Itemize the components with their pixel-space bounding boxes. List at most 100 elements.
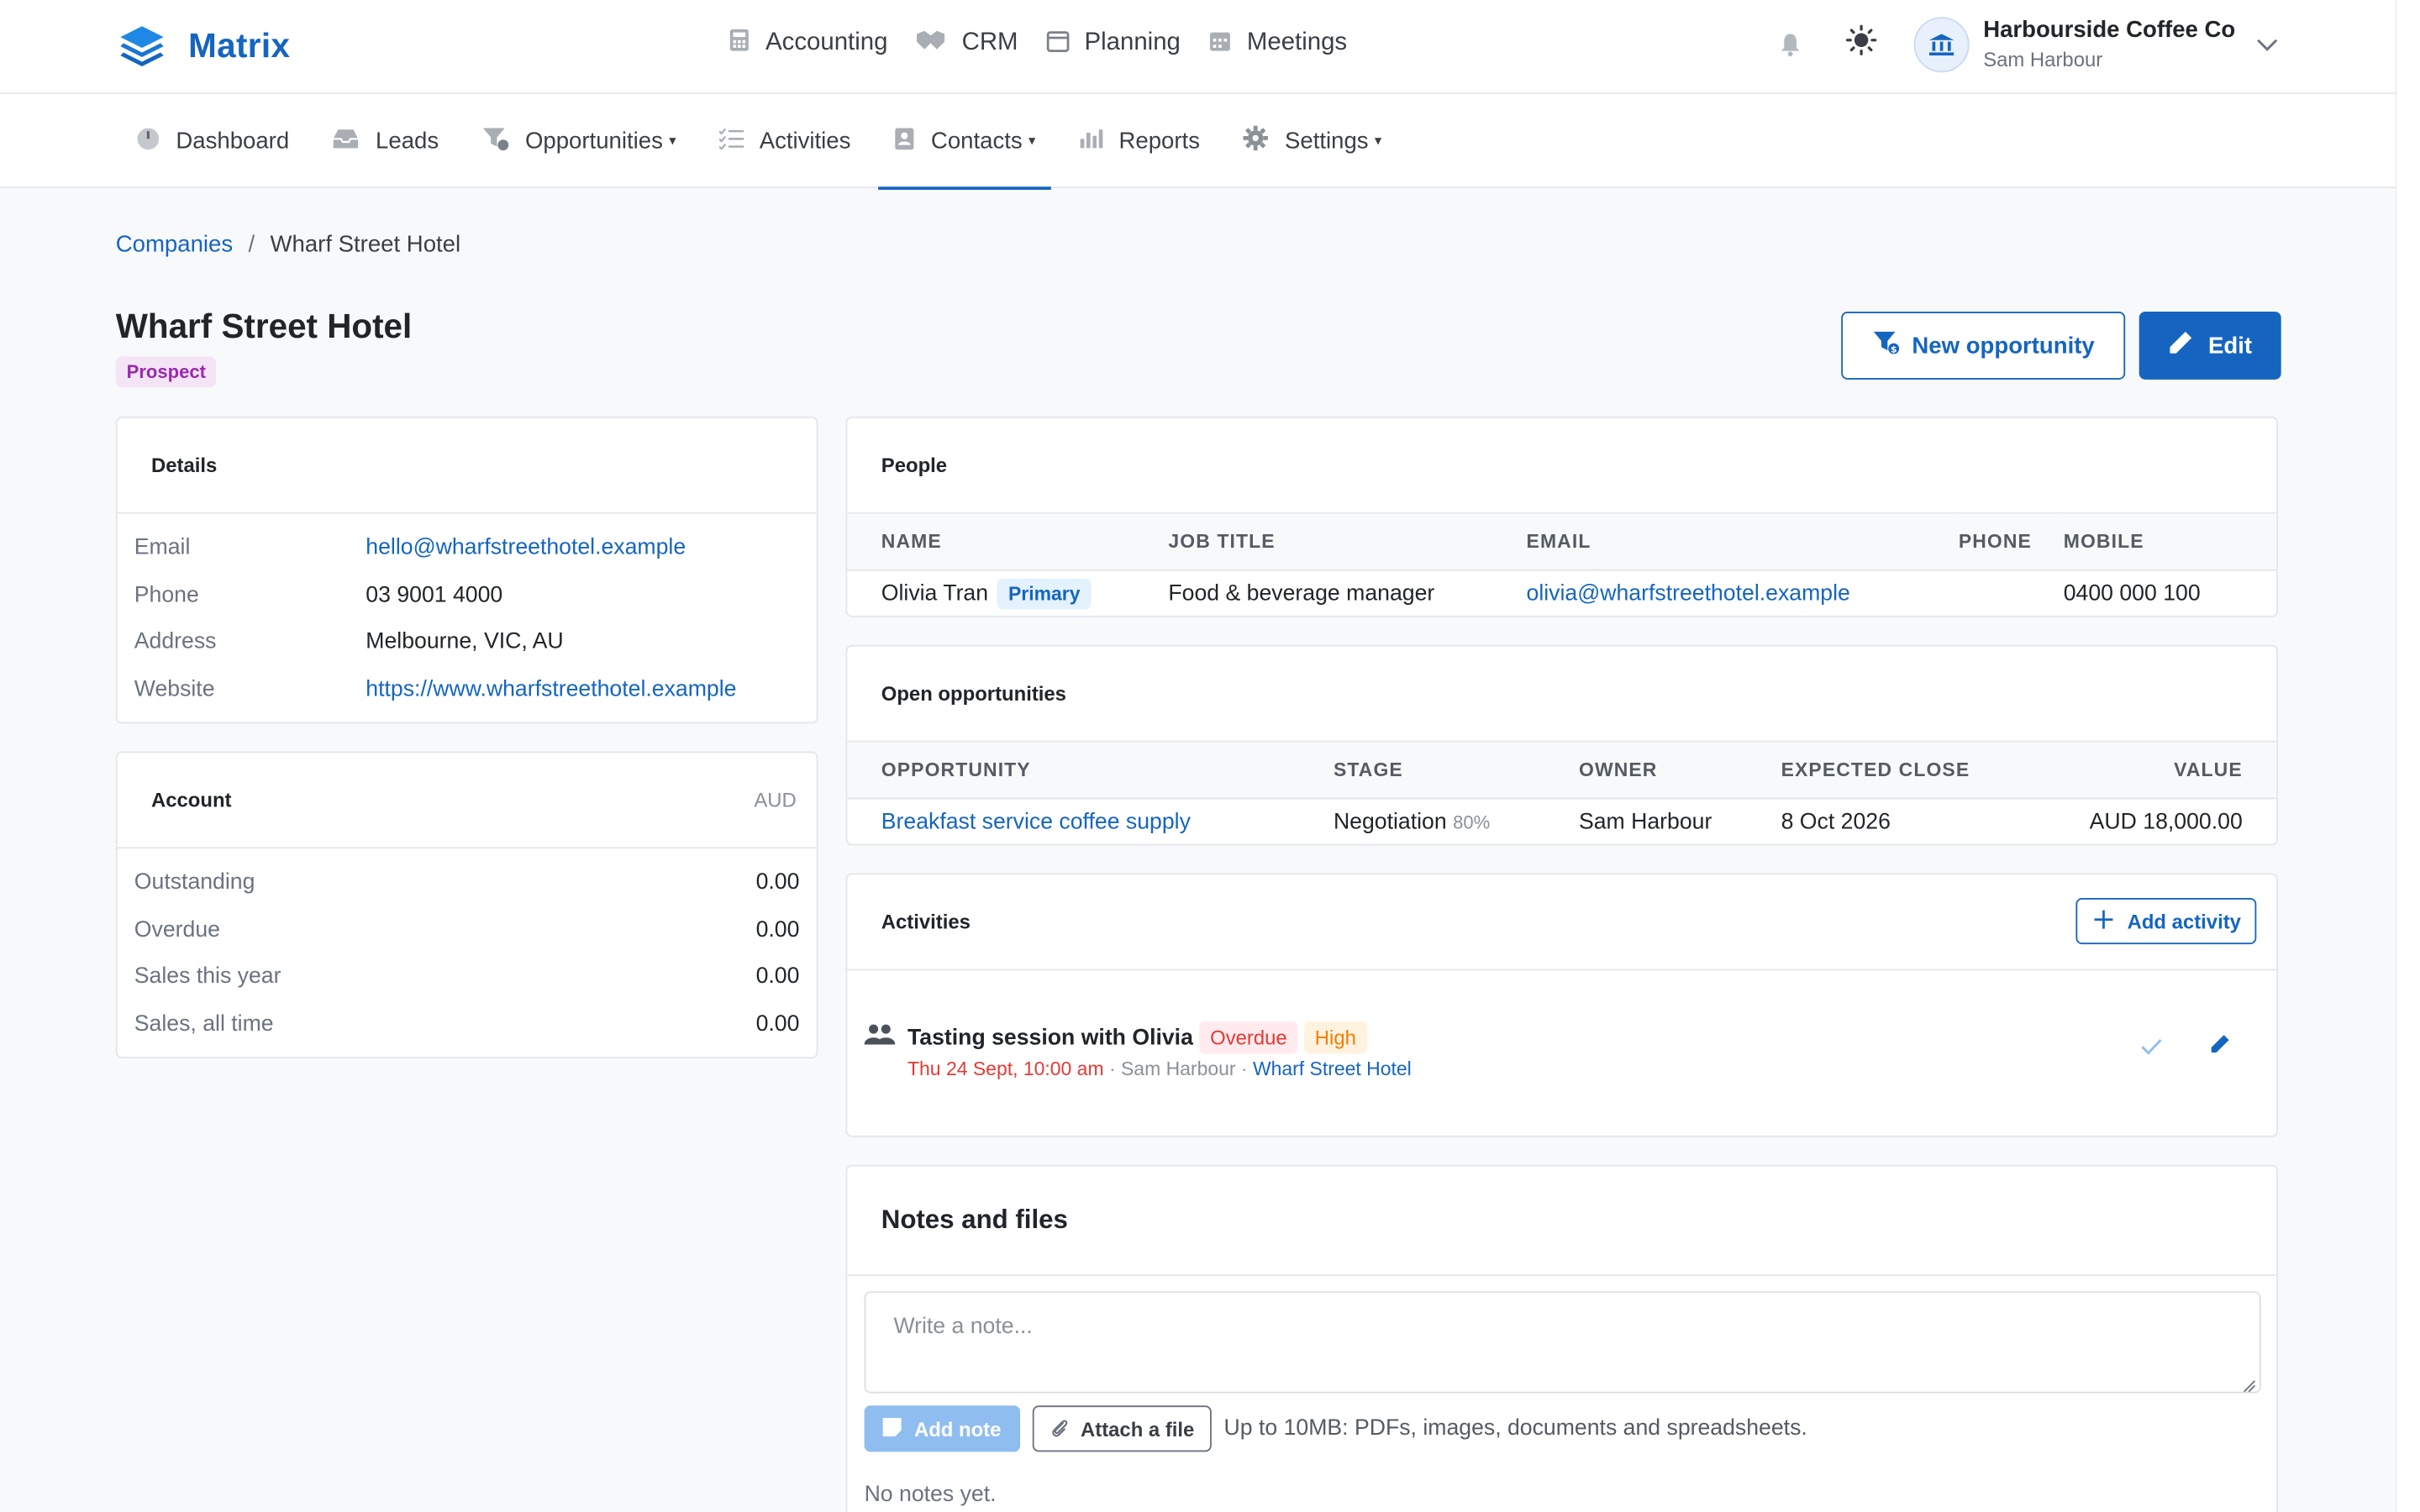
- breadcrumb: Companies / Wharf Street Hotel: [116, 232, 460, 258]
- meeting-people-icon: [864, 1023, 896, 1056]
- account-row-overdue: Overdue 0.00: [118, 906, 817, 953]
- activity-datetime: Thu 24 Sept, 10:00 am: [908, 1058, 1104, 1080]
- column-header: OPPORTUNITY: [847, 742, 1334, 799]
- subnav-contacts-label: Contacts: [930, 128, 1023, 155]
- attach-file-label: Attach a file: [1081, 1417, 1195, 1441]
- add-activity-button[interactable]: Add activity: [2075, 897, 2257, 945]
- plus-icon: [2095, 909, 2114, 933]
- column-header: PHONE: [1958, 513, 2064, 570]
- meta-separator: ·: [1103, 1058, 1121, 1080]
- detail-row-website: Website https://www.wharfstreethotel.exa…: [118, 666, 817, 713]
- detail-label: Phone: [134, 582, 199, 608]
- subnav-leads[interactable]: Leads: [317, 94, 454, 188]
- opportunity-owner: Sam Harbour: [1578, 810, 1712, 836]
- nav-planning[interactable]: Planning: [1046, 29, 1181, 58]
- account-row-sales-all-time: Sales, all time 0.00: [118, 1000, 817, 1047]
- opportunity-probability: 80%: [1453, 811, 1491, 834]
- layers-icon: [120, 26, 164, 66]
- edit-pencil-icon[interactable]: [2210, 1034, 2230, 1062]
- person-email-link[interactable]: olivia@wharfstreethotel.example: [1527, 570, 1959, 619]
- person-name[interactable]: Olivia Tran: [881, 582, 988, 606]
- activity-company-link[interactable]: Wharf Street Hotel: [1253, 1058, 1412, 1080]
- chevron-down-icon[interactable]: [2257, 33, 2279, 57]
- company-avatar-bank-icon[interactable]: [1913, 17, 1970, 73]
- subnav-reports-label: Reports: [1118, 128, 1201, 155]
- detail-email-link[interactable]: hello@wharfstreethotel.example: [366, 536, 686, 560]
- checklist-icon: [718, 127, 744, 155]
- table-row[interactable]: Breakfast service coffee supply Negotiat…: [847, 798, 2276, 848]
- person-mobile: 0400 000 100: [2063, 581, 2201, 607]
- account-row-sales-this-year: Sales this year 0.00: [118, 953, 817, 1000]
- subnav-activities[interactable]: Activities: [704, 94, 866, 188]
- activity-item[interactable]: Tasting session with Olivia Overdue High…: [908, 1021, 1412, 1080]
- detail-row-phone: Phone 03 9001 4000: [118, 572, 817, 619]
- opportunities-table: OPPORTUNITY STAGE OWNER EXPECTED CLOSE V…: [847, 742, 2277, 848]
- subnav-contacts[interactable]: Contacts ▾: [878, 94, 1051, 190]
- brand-name: Matrix: [188, 26, 291, 66]
- account-value: 0.00: [755, 870, 800, 895]
- details-card-title: Details: [117, 418, 817, 514]
- detail-label: Website: [134, 676, 215, 702]
- opportunity-name-link[interactable]: Breakfast service coffee supply: [847, 798, 1334, 848]
- detail-label: Address: [134, 629, 217, 655]
- funnel-icon: [482, 126, 510, 157]
- column-header: JOB TITLE: [1168, 513, 1527, 570]
- account-value: 0.00: [755, 964, 800, 990]
- activity-title[interactable]: Tasting session with Olivia: [908, 1026, 1193, 1050]
- primary-badge: Primary: [997, 579, 1092, 610]
- subnav-settings-label: Settings: [1285, 128, 1369, 155]
- detail-address-value: Melbourne, VIC, AU: [366, 629, 564, 655]
- priority-badge: High: [1303, 1021, 1367, 1054]
- subnav-opportunities[interactable]: Opportunities ▾: [466, 94, 692, 188]
- nav-accounting-label: Accounting: [765, 29, 888, 56]
- account-card-header: Account AUD: [117, 753, 817, 849]
- top-bar: Matrix Accounting CRM Planning Meetings …: [0, 0, 2396, 95]
- breadcrumb-companies-link[interactable]: Companies: [116, 232, 233, 258]
- activity-meta: Thu 24 Sept, 10:00 am · Sam Harbour · Wh…: [908, 1058, 1412, 1080]
- new-opportunity-button[interactable]: $ New opportunity: [1841, 312, 2126, 380]
- account-value: 0.00: [755, 1011, 800, 1037]
- nav-accounting[interactable]: Accounting: [729, 28, 887, 59]
- table-row[interactable]: Olivia Tran Primary Food & beverage manag…: [847, 570, 2276, 619]
- detail-row-address: Address Melbourne, VIC, AU: [118, 619, 817, 666]
- notes-empty-state: No notes yet.: [864, 1483, 997, 1508]
- paperclip-icon: [1050, 1415, 1068, 1441]
- detail-website-link[interactable]: https://www.wharfstreethotel.example: [366, 677, 736, 701]
- activities-card-title: Activities: [847, 874, 2277, 971]
- subnav-settings[interactable]: Settings ▾: [1228, 94, 1397, 188]
- new-opportunity-label: New opportunity: [1912, 332, 2095, 360]
- subnav-activities-label: Activities: [759, 128, 851, 155]
- column-header: EMAIL: [1526, 513, 1959, 570]
- nav-crm[interactable]: CRM: [915, 29, 1018, 57]
- top-right-controls: Harbourside Coffee Co Sam Harbour: [1775, 15, 2278, 74]
- detail-row-email: Email hello@wharfstreethotel.example: [118, 524, 817, 571]
- notes-card-title: Notes and files: [881, 1205, 1068, 1235]
- inbox-icon: [333, 128, 360, 155]
- subnav-dashboard[interactable]: Dashboard: [120, 94, 304, 188]
- attach-file-button[interactable]: Attach a file: [1032, 1405, 1212, 1452]
- edit-button[interactable]: Edit: [2139, 312, 2281, 380]
- add-activity-label: Add activity: [2127, 909, 2241, 933]
- account-switcher[interactable]: Harbourside Coffee Co Sam Harbour: [1983, 15, 2235, 74]
- add-note-label: Add note: [913, 1417, 1002, 1441]
- nav-planning-label: Planning: [1084, 29, 1181, 56]
- resize-handle-icon[interactable]: [2241, 1373, 2256, 1401]
- scrollbar-track[interactable]: [2395, 0, 2420, 1512]
- column-header: STAGE: [1333, 742, 1579, 799]
- nav-meetings[interactable]: Meetings: [1208, 29, 1347, 58]
- brand-logo[interactable]: Matrix: [118, 24, 291, 70]
- theme-toggle-sun-icon[interactable]: [1843, 24, 1880, 65]
- complete-checkmark-icon[interactable]: [2141, 1035, 2163, 1063]
- add-note-button[interactable]: Add note: [864, 1405, 1021, 1452]
- details-card: Details Email hello@wharfstreethotel.exa…: [115, 416, 818, 724]
- chevron-down-icon: ▾: [1028, 132, 1036, 149]
- notes-card-header: Notes and files: [847, 1167, 2277, 1276]
- note-textarea[interactable]: Write a note...: [864, 1291, 2261, 1394]
- account-label: Sales, all time: [134, 1011, 274, 1037]
- column-header: NAME: [847, 513, 1169, 570]
- chevron-down-icon: ▾: [1374, 132, 1382, 149]
- activity-owner: Sam Harbour: [1120, 1058, 1236, 1080]
- bell-icon[interactable]: [1775, 29, 1806, 60]
- opportunity-close-date: 8 Oct 2026: [1781, 810, 1891, 836]
- subnav-reports[interactable]: Reports: [1063, 94, 1215, 188]
